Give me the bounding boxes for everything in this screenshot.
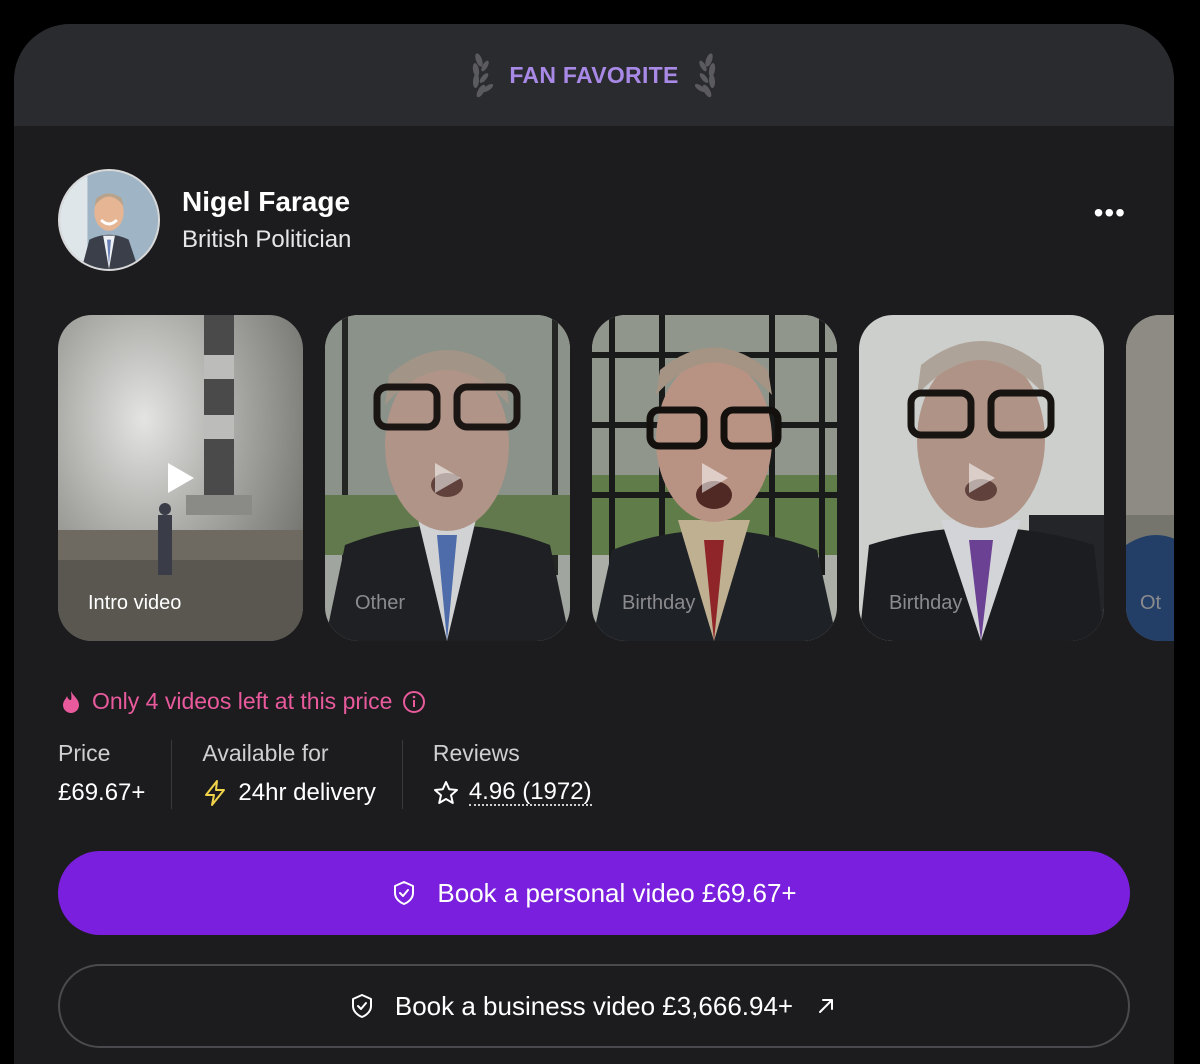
laurel-right-icon — [694, 53, 715, 98]
reviews-link[interactable]: 4.96 (1972) — [468, 780, 592, 806]
availability-label: Available for — [202, 740, 329, 766]
book-business-video-button[interactable]: Book a business video £3,666.94+ — [58, 964, 1130, 1048]
video-label: Birthday — [889, 592, 963, 614]
banner-label: FAN FAVORITE — [509, 61, 679, 88]
scarcity-text: Only 4 videos left at this price — [92, 688, 393, 714]
video-thumbnail[interactable]: Birthday — [859, 315, 1104, 641]
arrow-up-right-icon — [819, 999, 834, 1013]
laurel-left-icon — [473, 53, 494, 98]
play-icon — [167, 463, 194, 493]
video-thumbnail[interactable]: Ot — [1126, 315, 1174, 641]
shield-check-icon — [394, 881, 415, 905]
video-label: Intro video — [88, 592, 182, 614]
book-business-video-label: Book a business video £3,666.94+ — [394, 990, 794, 1021]
fan-favorite-banner: FAN FAVORITE — [14, 24, 1174, 126]
talent-card: FAN FAVORITE Nigel Farage British Politi… — [14, 24, 1174, 1064]
star-icon — [433, 781, 458, 804]
book-personal-video-button[interactable]: Book a personal video £69.67+ — [58, 851, 1130, 935]
play-icon — [434, 463, 461, 493]
video-thumbnail[interactable]: Other — [325, 315, 570, 641]
video-label: Other — [355, 592, 406, 614]
price-value: £69.67+ — [58, 779, 146, 806]
price-stat: Price £69.67+ — [58, 740, 171, 809]
info-icon[interactable] — [402, 690, 426, 714]
shield-check-icon — [351, 994, 372, 1018]
video-label: Birthday — [622, 592, 696, 614]
lightning-icon — [205, 780, 226, 806]
video-carousel[interactable]: Intro video Other Birthday Birthday Ot — [58, 315, 1174, 641]
video-thumbnail[interactable]: Birthday — [592, 315, 837, 641]
availability-value: 24hr delivery — [238, 779, 376, 806]
play-icon — [701, 463, 728, 493]
profile-header: Nigel Farage British Politician — [58, 169, 351, 271]
talent-name: Nigel Farage — [182, 186, 351, 217]
fire-icon — [63, 690, 79, 713]
availability-stat: Available for 24hr delivery — [171, 740, 401, 809]
play-icon — [968, 463, 995, 493]
book-personal-video-label: Book a personal video £69.67+ — [437, 877, 797, 908]
reviews-stat: Reviews 4.96 (1972) — [401, 740, 618, 809]
more-options-icon[interactable]: ••• — [1094, 199, 1126, 227]
scarcity-notice: Only 4 videos left at this price — [60, 688, 426, 715]
video-thumbnail[interactable]: Intro video — [58, 315, 303, 641]
video-label: Ot — [1140, 592, 1162, 614]
reviews-label: Reviews — [432, 740, 520, 766]
stats-row: Price £69.67+ Available for 24hr deliver… — [58, 740, 618, 809]
talent-title: British Politician — [182, 226, 352, 253]
price-label: Price — [58, 740, 111, 766]
avatar[interactable] — [58, 169, 160, 271]
